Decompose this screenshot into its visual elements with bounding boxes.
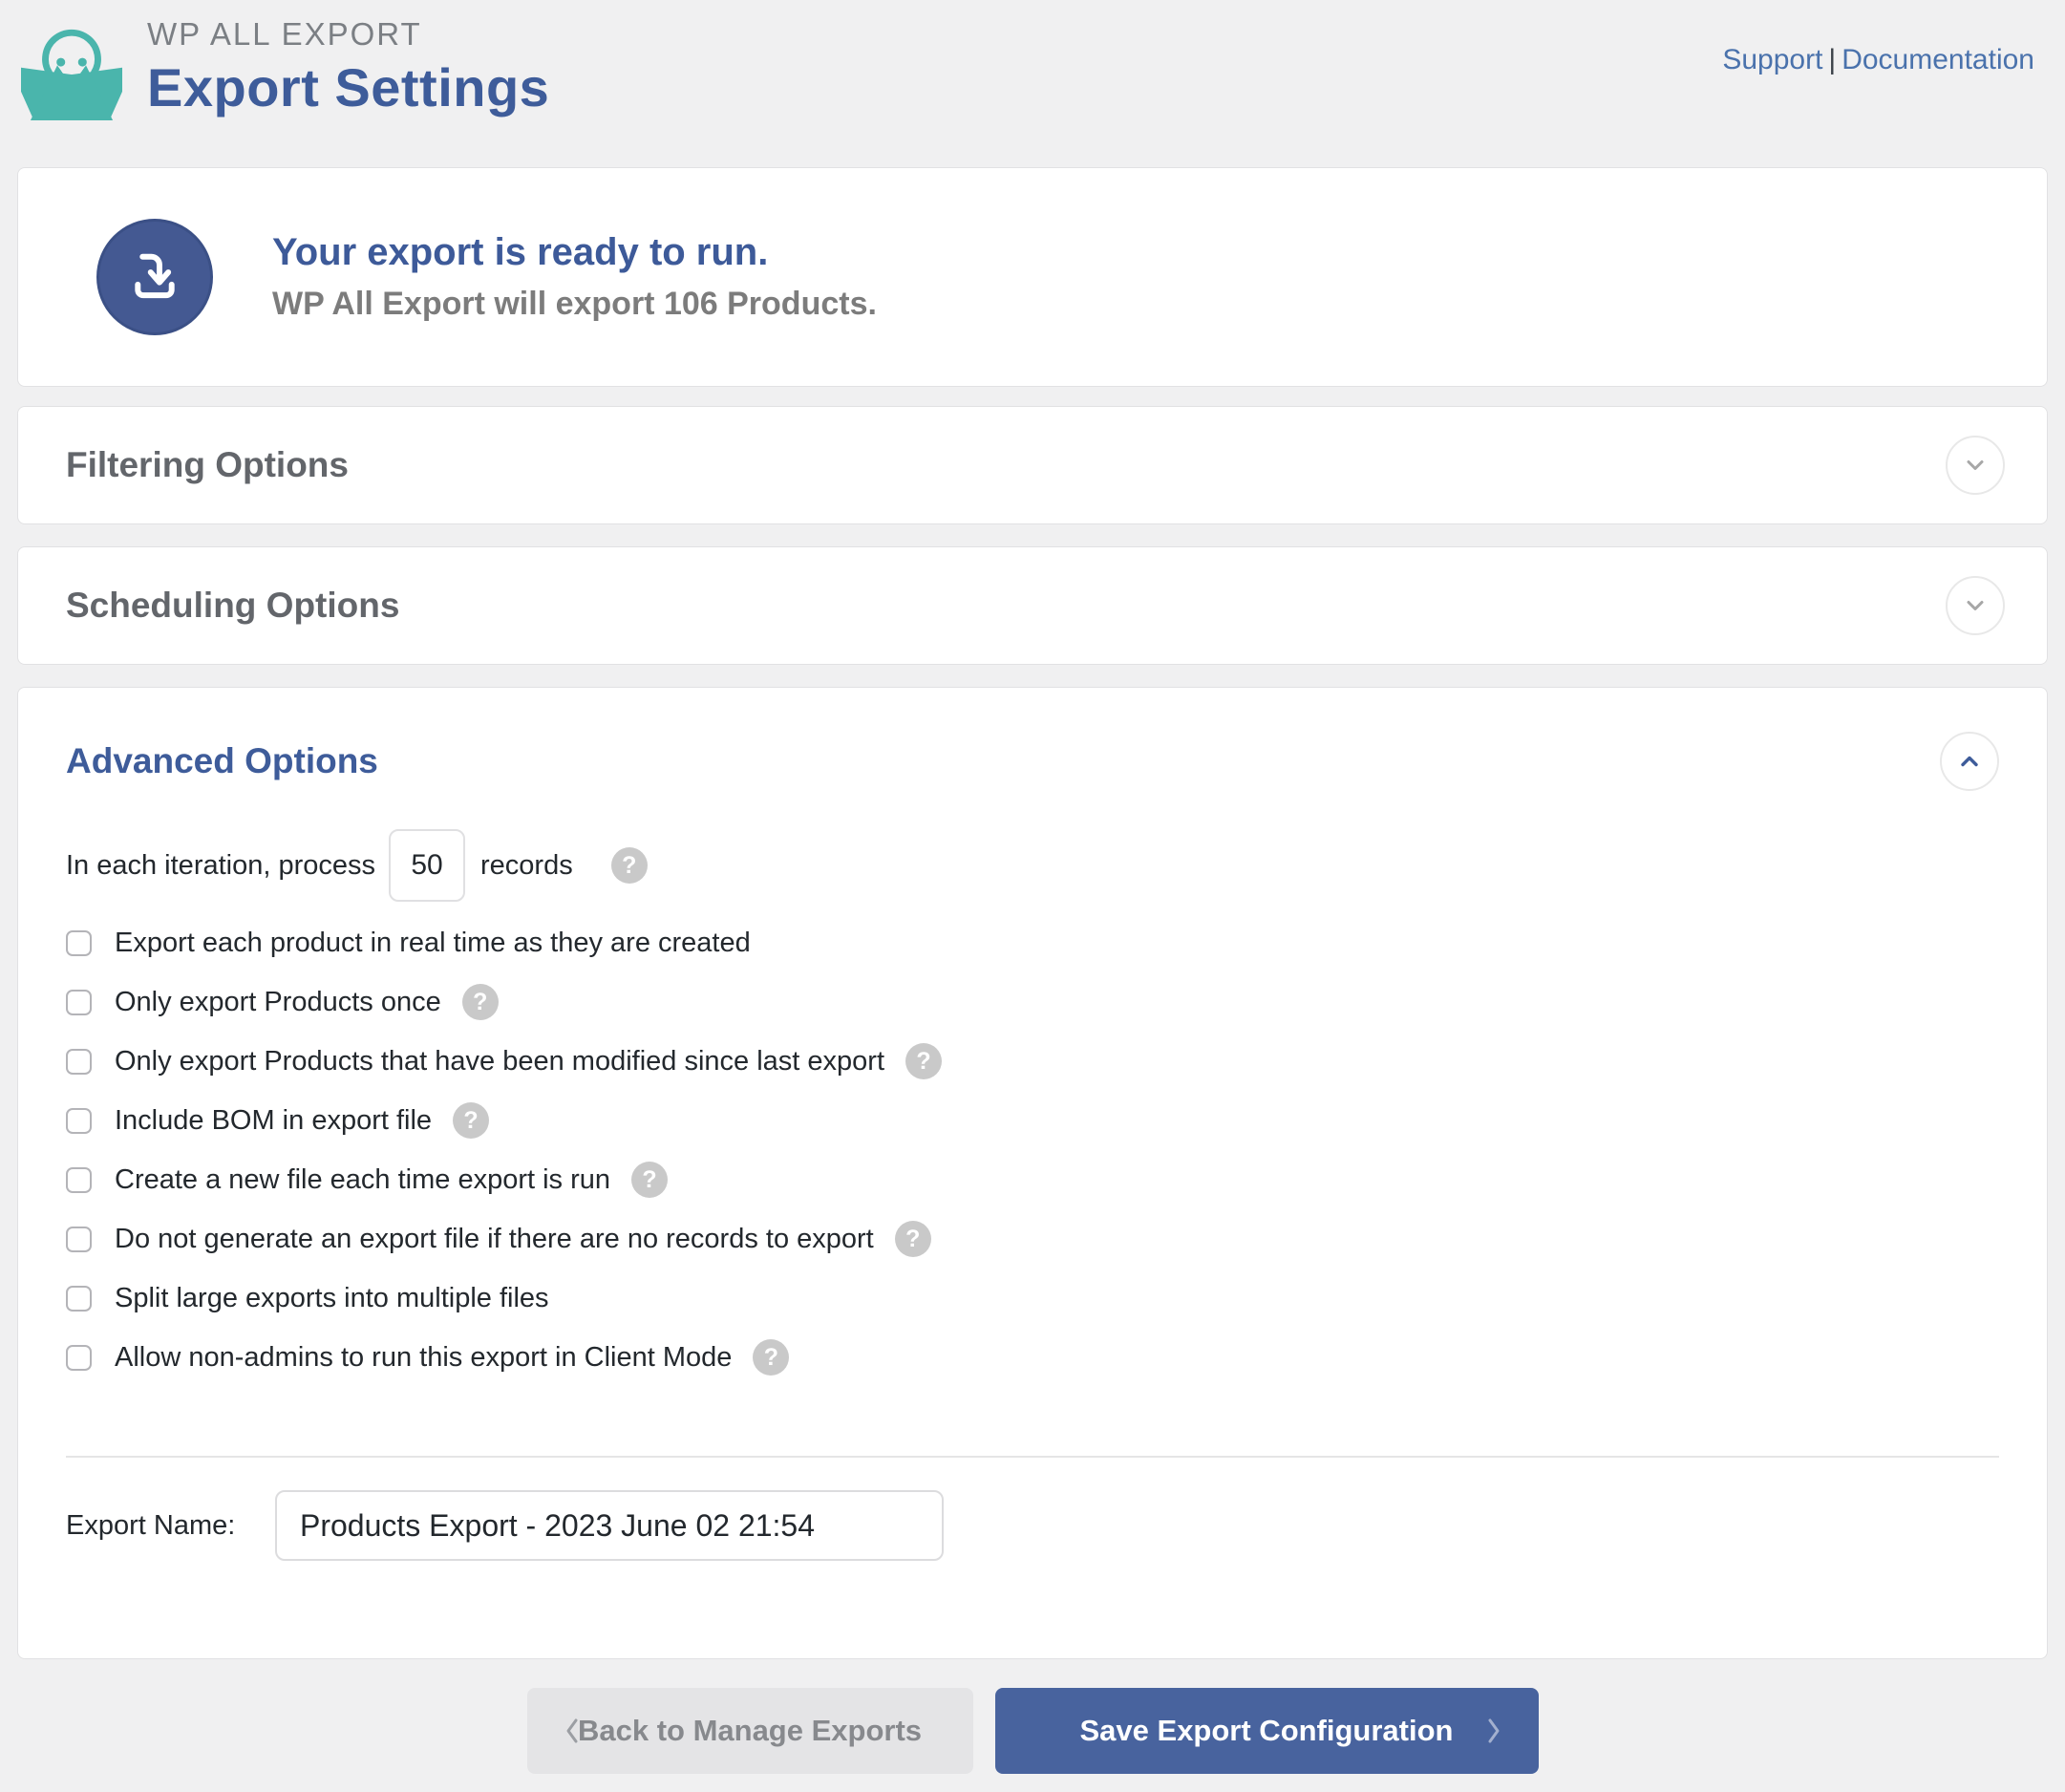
checkbox-label: Export each product in real time as they… [115,928,751,959]
divider [66,1456,1999,1458]
panel-advanced-options: Advanced Options In each iteration, proc… [17,687,2048,1659]
checkbox[interactable] [66,1167,92,1193]
documentation-link[interactable]: Documentation [1841,44,2034,75]
checkbox-row: Create a new file each time export is ru… [66,1150,1999,1209]
export-name-row: Export Name: [66,1490,1999,1561]
footer-actions: Back to Manage Exports Save Export Confi… [17,1688,2048,1774]
help-icon[interactable]: ? [753,1339,789,1376]
ready-title: Your export is ready to run. [272,231,877,274]
chevron-right-icon [1483,1714,1504,1748]
help-icon[interactable]: ? [462,984,499,1020]
checkbox-label: Include BOM in export file [115,1105,432,1137]
checkbox[interactable] [66,1049,92,1075]
iteration-label-after: records [480,850,573,882]
help-icon[interactable]: ? [895,1221,931,1257]
checkbox-row: Only export Products once ? [66,972,1999,1032]
checkbox-row: Do not generate an export file if there … [66,1209,1999,1269]
checkbox[interactable] [66,990,92,1015]
scheduling-options-title: Scheduling Options [66,586,399,626]
support-link[interactable]: Support [1722,44,1822,75]
brand-text: WP ALL EXPORT Export Settings [147,16,549,118]
back-button-label: Back to Manage Exports [578,1714,922,1748]
checkbox-label: Do not generate an export file if there … [115,1224,874,1255]
advanced-collapse-button[interactable] [1940,732,1999,791]
checkbox-row: Allow non-admins to run this export in C… [66,1328,1999,1387]
ready-text: Your export is ready to run. WP All Expo… [272,231,877,323]
chevron-left-icon [562,1714,583,1748]
link-separator: | [1822,44,1841,75]
filtering-expand-button[interactable] [1946,436,2005,495]
chevron-down-icon [1959,449,1991,481]
checkbox-label: Split large exports into multiple files [115,1283,549,1314]
checkbox-row: Only export Products that have been modi… [66,1032,1999,1091]
ready-subtitle: WP All Export will export 106 Products. [272,286,877,323]
checkbox-label: Only export Products that have been modi… [115,1046,884,1077]
chevron-up-icon [1953,745,1986,778]
checkbox-label: Allow non-admins to run this export in C… [115,1342,732,1374]
checkbox-row: Include BOM in export file ? [66,1091,1999,1150]
chevron-down-icon [1959,589,1991,622]
export-ready-banner: Your export is ready to run. WP All Expo… [17,167,2048,387]
iteration-records-input[interactable] [389,829,465,902]
page-title: Export Settings [147,56,549,118]
brand: WP ALL EXPORT Export Settings [21,13,549,120]
header: WP ALL EXPORT Export Settings Support|Do… [17,0,2048,167]
checkbox[interactable] [66,1286,92,1312]
back-to-manage-exports-button[interactable]: Back to Manage Exports [527,1688,973,1774]
checkbox[interactable] [66,930,92,956]
checkbox-row: Export each product in real time as they… [66,913,1999,972]
page: WP ALL EXPORT Export Settings Support|Do… [0,0,2065,1774]
checkbox[interactable] [66,1227,92,1252]
download-icon [96,219,213,335]
export-name-label: Export Name: [66,1510,275,1542]
advanced-options-title: Advanced Options [66,741,378,781]
scheduling-expand-button[interactable] [1946,576,2005,635]
export-name-input[interactable] [275,1490,944,1561]
checkbox[interactable] [66,1108,92,1134]
help-icon[interactable]: ? [631,1162,668,1198]
checkbox-row: Split large exports into multiple files [66,1269,1999,1328]
panel-filtering-options[interactable]: Filtering Options [17,406,2048,524]
advanced-options-header: Advanced Options [66,732,1999,791]
brand-name: WP ALL EXPORT [147,16,549,53]
octopus-logo-icon [21,13,122,120]
iteration-row: In each iteration, process records ? [66,829,1999,902]
checkbox[interactable] [66,1345,92,1371]
iteration-label-before: In each iteration, process [66,850,375,882]
advanced-checkbox-list: Export each product in real time as they… [66,913,1999,1387]
checkbox-label: Create a new file each time export is ru… [115,1164,610,1196]
help-icon[interactable]: ? [611,847,648,884]
panel-scheduling-options[interactable]: Scheduling Options [17,546,2048,665]
checkbox-label: Only export Products once [115,987,441,1018]
filtering-options-title: Filtering Options [66,445,349,485]
help-icon[interactable]: ? [905,1043,942,1079]
save-button-label: Save Export Configuration [1080,1714,1454,1748]
help-icon[interactable]: ? [453,1102,489,1139]
save-export-configuration-button[interactable]: Save Export Configuration [995,1688,1539,1774]
header-links: Support|Documentation [1722,44,2034,76]
